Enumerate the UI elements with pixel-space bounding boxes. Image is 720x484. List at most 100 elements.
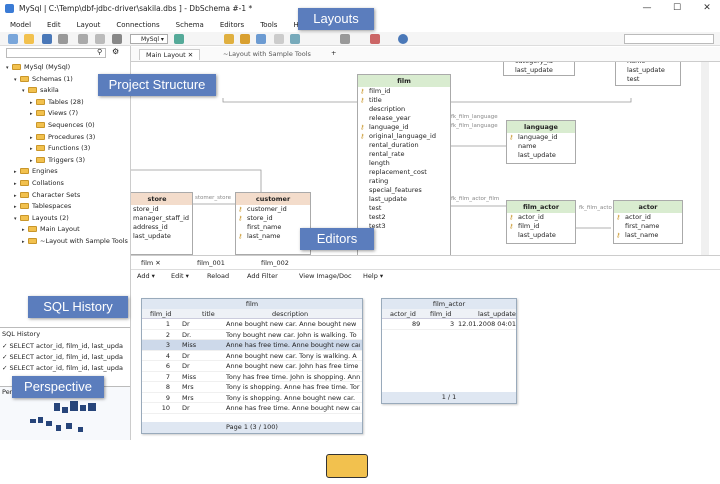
perspective-minimap[interactable] bbox=[30, 399, 110, 437]
help-icon[interactable] bbox=[398, 34, 408, 44]
entity-column[interactable]: last_update bbox=[507, 231, 575, 240]
entity-column[interactable]: ⚷ actor_id bbox=[614, 213, 682, 222]
entity-column[interactable]: special_features bbox=[358, 186, 450, 195]
edit-icon[interactable] bbox=[224, 34, 234, 44]
entity-column[interactable]: last_update bbox=[504, 66, 574, 75]
entity-column[interactable]: ⚷ language_id bbox=[507, 133, 575, 142]
tab-film-001[interactable]: film_001 bbox=[197, 259, 225, 267]
entity-column[interactable]: ⚷ language_id bbox=[358, 123, 450, 132]
table-row[interactable]: 8 Mrs Tony is shopping. Anne has free time… bbox=[142, 382, 362, 393]
entity-column[interactable]: test2 bbox=[358, 213, 450, 222]
grid-pager[interactable]: Page 1 (3 / 100) bbox=[142, 422, 362, 433]
entity-column[interactable]: rating bbox=[358, 177, 450, 186]
reload-button[interactable]: Reload bbox=[207, 272, 229, 280]
table-row[interactable]: 4 Dr Anne bought new car. Tony is walking.… bbox=[142, 351, 362, 361]
entity-language[interactable]: language ⚷ language_id name last_update bbox=[506, 120, 576, 164]
column-header-film-id[interactable]: film_id bbox=[430, 309, 451, 319]
new-icon[interactable] bbox=[8, 34, 18, 44]
help-button[interactable]: Help ▾ bbox=[363, 272, 383, 280]
refresh-icon[interactable] bbox=[174, 34, 184, 44]
tree-item[interactable]: ▸ Engines bbox=[14, 166, 58, 177]
add-tab-button[interactable]: + bbox=[331, 49, 336, 57]
table-icon[interactable] bbox=[340, 34, 350, 44]
entity-column[interactable]: ⚷ last_name bbox=[236, 232, 310, 241]
entity-column[interactable]: rental_duration bbox=[358, 141, 450, 150]
entity-store[interactable]: store store_id manager_staff_id address_id l… bbox=[131, 192, 193, 255]
tree-item[interactable]: ▸ Procedures (3) bbox=[30, 132, 95, 143]
table-row[interactable]: 1 Dr Anne bought new car. Anne bought new bbox=[142, 319, 362, 330]
sql-history-item[interactable]: ✓ SELECT actor_id, film_id, last_upda bbox=[2, 364, 123, 372]
entity-column[interactable]: first_name bbox=[614, 222, 682, 231]
tab-layout-sample-tools[interactable]: ~Layout with Sample Tools bbox=[223, 50, 311, 58]
menu-model[interactable]: Model bbox=[10, 21, 31, 29]
print-icon[interactable] bbox=[58, 34, 68, 44]
entity-column[interactable]: manager_staff_id bbox=[131, 214, 192, 223]
save-icon[interactable] bbox=[42, 34, 52, 44]
tree-filter-input[interactable] bbox=[6, 48, 106, 58]
entity-column[interactable]: ⚷ last_name bbox=[614, 231, 682, 240]
menu-tools[interactable]: Tools bbox=[260, 21, 277, 29]
menu-edit[interactable]: Edit bbox=[47, 21, 61, 29]
menu-schema[interactable]: Schema bbox=[176, 21, 204, 29]
table-row[interactable]: 6 Dr Anne bought new car. John has free ti… bbox=[142, 361, 362, 372]
entity-column[interactable]: test bbox=[358, 204, 450, 213]
entity-column[interactable]: rental_rate bbox=[358, 150, 450, 159]
table-row[interactable]: 9 Mrs Tony is shopping. Anne bought new ca… bbox=[142, 393, 362, 403]
entity-column[interactable]: first_name bbox=[236, 223, 310, 232]
entity-column[interactable]: release_year bbox=[358, 114, 450, 123]
entity-column[interactable]: ⚷ original_language_id bbox=[358, 132, 450, 141]
entity-column[interactable]: ⚷ actor_id bbox=[507, 213, 575, 222]
sql-history-item[interactable]: ✓ SELECT actor_id, film_id, last_upda bbox=[2, 342, 123, 350]
entity-column[interactable]: address_id bbox=[131, 223, 192, 232]
tree-item[interactable]: ▾ Layouts (2) bbox=[14, 213, 69, 224]
entity-column[interactable]: ⚷ title bbox=[358, 96, 450, 105]
menu-layout[interactable]: Layout bbox=[77, 21, 101, 29]
edit-button[interactable]: Edit ▾ bbox=[171, 272, 189, 280]
menu-connections[interactable]: Connections bbox=[116, 21, 159, 29]
tab-film-002[interactable]: film_002 bbox=[261, 259, 289, 267]
chart-icon[interactable] bbox=[370, 34, 380, 44]
zoom-icon[interactable] bbox=[78, 34, 88, 44]
tree-item[interactable]: ▾ Schemas (1) bbox=[14, 74, 73, 85]
tree-item[interactable]: ▸ Triggers (3) bbox=[30, 155, 85, 166]
close-button[interactable]: ✕ bbox=[692, 0, 720, 17]
query-icon[interactable] bbox=[95, 34, 105, 44]
column-header-film-id[interactable]: film_id bbox=[150, 309, 171, 319]
tree-item[interactable]: ▸ Main Layout bbox=[22, 224, 80, 235]
entity-column[interactable]: replacement_cost bbox=[358, 168, 450, 177]
entity-column[interactable]: last_update bbox=[131, 232, 192, 241]
grid-pager[interactable]: 1 / 1 bbox=[382, 392, 516, 403]
gear-icon[interactable]: ⚙ bbox=[112, 47, 119, 56]
db-select[interactable]: MySql ▾ bbox=[130, 34, 168, 44]
tab-film[interactable]: film ✕ bbox=[141, 259, 161, 267]
column-header-actor-id[interactable]: actor_id bbox=[390, 309, 416, 319]
vertical-scrollbar[interactable] bbox=[701, 62, 709, 255]
tree-item[interactable]: ▸ Character Sets bbox=[14, 190, 80, 201]
entity-column[interactable]: last_update bbox=[358, 195, 450, 204]
add-filter-button[interactable]: Add Filter bbox=[247, 272, 278, 280]
film-actor-data-grid[interactable]: film_actor actor_id film_id last_update … bbox=[381, 298, 517, 404]
layout-icon[interactable] bbox=[256, 34, 266, 44]
entity-category[interactable]: category_idlast_update bbox=[503, 62, 575, 76]
table-row[interactable]: 10 Dr Anne has free time. Anne bought new … bbox=[142, 403, 362, 414]
tree-item[interactable]: ▸ Collations bbox=[14, 178, 64, 189]
diagram-canvas[interactable]: category_idlast_update namelast_updatete… bbox=[131, 62, 711, 255]
entity-column[interactable]: name bbox=[507, 142, 575, 151]
search-icon[interactable]: ⚲ bbox=[97, 48, 102, 56]
entity-film-actor[interactable]: film_actor ⚷ actor_id ⚷ film_id last_update bbox=[506, 200, 576, 244]
tree-item[interactable]: ▸ ~Layout with Sample Tools bbox=[22, 236, 128, 247]
column-header-description[interactable]: description bbox=[272, 309, 308, 319]
table-row[interactable]: 2 Dr. Tony bought new car. John is walking… bbox=[142, 330, 362, 340]
table-row[interactable]: 7 Miss Tony has free time. John is shoppin… bbox=[142, 372, 362, 382]
entity-column[interactable]: store_id bbox=[131, 205, 192, 214]
column-header-title[interactable]: title bbox=[202, 309, 215, 319]
entity-column[interactable]: ⚷ store_id bbox=[236, 214, 310, 223]
tree-item[interactable]: ▸ Tablespaces bbox=[14, 201, 71, 212]
global-search-input[interactable] bbox=[624, 34, 714, 44]
add-button[interactable]: Add ▾ bbox=[137, 272, 155, 280]
entity-column[interactable]: test bbox=[616, 75, 680, 84]
entity-column[interactable]: last_update bbox=[507, 151, 575, 160]
entity-column[interactable]: ⚷ film_id bbox=[507, 222, 575, 231]
key-icon[interactable] bbox=[240, 34, 250, 44]
film-data-grid[interactable]: film film_id title description 1 Dr Anne b… bbox=[141, 298, 363, 434]
